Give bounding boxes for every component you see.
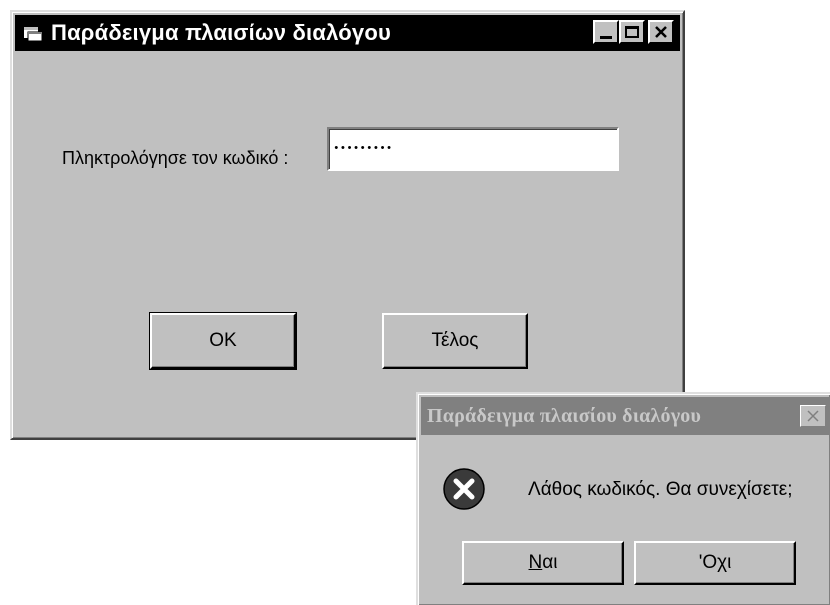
yes-label-rest: αι bbox=[542, 552, 558, 573]
ok-button-label: OK bbox=[209, 330, 237, 351]
close-icon bbox=[655, 26, 667, 38]
message-box-window: Παράδειγμα πλαισίου διαλόγου Λάθος κωδικ… bbox=[416, 392, 830, 605]
minimize-button[interactable] bbox=[593, 20, 619, 44]
maximize-icon bbox=[625, 26, 639, 38]
code-input[interactable] bbox=[327, 127, 619, 171]
end-button[interactable]: Τέλος bbox=[382, 313, 528, 369]
minimize-icon bbox=[600, 35, 612, 39]
yes-accelerator: Ν bbox=[528, 552, 543, 573]
code-label: Πληκτρολόγησε τον κωδικό : bbox=[62, 148, 289, 168]
message-box-close-button[interactable] bbox=[800, 405, 826, 427]
close-icon bbox=[807, 410, 819, 422]
main-window-title: Παράδειγμα πλαισίων διαλόγου bbox=[51, 20, 391, 45]
main-title-bar[interactable]: Παράδειγμα πλαισίων διαλόγου bbox=[15, 15, 680, 51]
message-box-title-bar[interactable]: Παράδειγμα πλαισίου διαλόγου bbox=[421, 397, 830, 435]
app-window-icon bbox=[24, 27, 43, 42]
message-text: Λάθος κωδικός. Θα συνεχίσετε; bbox=[528, 479, 793, 500]
no-label-rest: ι bbox=[727, 552, 732, 573]
end-button-label: Τέλος bbox=[431, 330, 479, 351]
no-accelerator: χ bbox=[717, 552, 728, 573]
maximize-button[interactable] bbox=[619, 20, 645, 44]
caption-buttons bbox=[593, 20, 674, 44]
close-button[interactable] bbox=[648, 20, 674, 44]
main-window: Παράδειγμα πλαισίων διαλόγου Πληκτρολόγη… bbox=[10, 10, 685, 440]
message-box-title: Παράδειγμα πλαισίου διαλόγου bbox=[427, 404, 702, 427]
no-button-label: 'Οχι bbox=[699, 552, 732, 574]
yes-button[interactable]: Ναι bbox=[462, 541, 624, 585]
yes-button-label: Ναι bbox=[529, 552, 558, 574]
no-label-start: 'Ο bbox=[698, 552, 718, 573]
no-button[interactable]: 'Οχι bbox=[634, 541, 796, 585]
ok-button[interactable]: OK bbox=[149, 312, 297, 370]
error-icon bbox=[443, 468, 485, 510]
